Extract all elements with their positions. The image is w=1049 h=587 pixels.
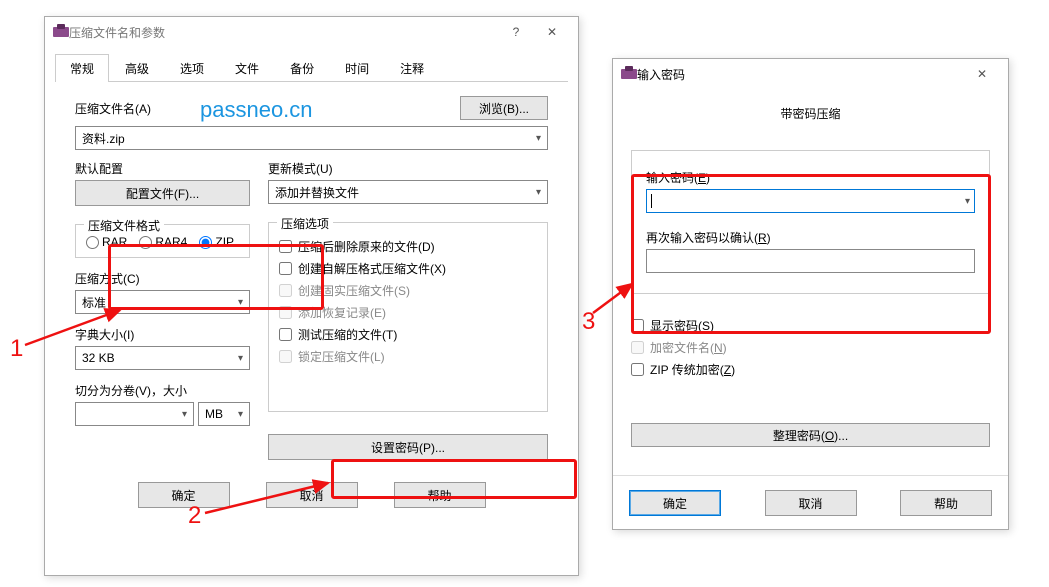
show-password-checkbox[interactable]: 显示密码(S) <box>631 317 990 334</box>
close-icon[interactable]: ✕ <box>534 19 570 45</box>
text-caret <box>651 194 652 208</box>
cancel-button[interactable]: 取消 <box>765 490 857 516</box>
cancel-button[interactable]: 取消 <box>266 482 358 508</box>
archive-name-label: 压缩文件名(A) <box>75 100 450 117</box>
tab-strip: 常规 高级 选项 文件 备份 时间 注释 <box>55 53 568 82</box>
format-rar4-radio[interactable]: RAR4 <box>139 235 187 249</box>
dialog-title: 压缩文件名和参数 <box>69 24 498 41</box>
encrypt-names-checkbox: 加密文件名(N) <box>631 339 990 356</box>
archive-params-dialog: 压缩文件名和参数 ? ✕ 常规 高级 选项 文件 备份 时间 注释 压缩文件名(… <box>44 16 579 576</box>
zip-legacy-checkbox[interactable]: ZIP 传统加密(Z) <box>631 361 990 378</box>
tab-backup[interactable]: 备份 <box>275 54 329 82</box>
winrar-icon <box>53 24 69 40</box>
chevron-down-icon[interactable]: ▾ <box>965 196 970 207</box>
options-group: 压缩选项 压缩后删除原来的文件(D) 创建自解压格式压缩文件(X) 创建固实压缩… <box>268 222 548 412</box>
dialog-buttons: 确定 取消 帮助 <box>45 470 578 522</box>
chevron-down-icon: ▾ <box>536 187 541 198</box>
split-label: 切分为分卷(V)，大小 <box>75 382 250 399</box>
tab-options[interactable]: 选项 <box>165 54 219 82</box>
close-icon[interactable]: ✕ <box>964 61 1000 87</box>
chevron-down-icon: ▾ <box>238 409 243 420</box>
organize-passwords-button[interactable]: 整理密码(O)... <box>631 423 990 447</box>
dialog-body: 压缩文件名(A) 浏览(B)... 资料.zip ▾ 默认配置 配置文件(F).… <box>45 82 578 470</box>
dialog-buttons: 确定 取消 帮助 <box>613 475 1008 530</box>
default-profile-label: 默认配置 <box>75 160 250 177</box>
enter-password-label: 输入密码(E) <box>646 169 975 186</box>
format-group: 压缩文件格式 RAR RAR4 ZIP <box>75 224 250 258</box>
opt-solid: 创建固实压缩文件(S) <box>279 282 537 299</box>
chevron-down-icon: ▾ <box>536 133 541 144</box>
tab-time[interactable]: 时间 <box>330 54 384 82</box>
password-input[interactable]: ▾ <box>646 189 975 213</box>
split-unit-combo[interactable]: MB ▾ <box>198 402 250 426</box>
titlebar: 输入密码 ✕ <box>613 59 1008 89</box>
archive-name-input[interactable]: 资料.zip ▾ <box>75 126 548 150</box>
reenter-password-label: 再次输入密码以确认(R) <box>646 229 975 246</box>
format-rar-radio[interactable]: RAR <box>86 235 127 249</box>
password-confirm-input[interactable] <box>646 249 975 273</box>
split-size-combo[interactable]: ▾ <box>75 402 194 426</box>
titlebar: 压缩文件名和参数 ? ✕ <box>45 17 578 47</box>
dialog-title: 输入密码 <box>637 66 964 83</box>
help-button[interactable]: 帮助 <box>900 490 992 516</box>
annotation-number-1: 1 <box>10 335 23 363</box>
password-subtitle: 带密码压缩 <box>631 105 990 122</box>
help-icon[interactable]: ? <box>498 19 534 45</box>
dict-combo[interactable]: 32 KB ▾ <box>75 346 250 370</box>
tab-comment[interactable]: 注释 <box>385 54 439 82</box>
method-label: 压缩方式(C) <box>75 270 250 287</box>
tab-advanced[interactable]: 高级 <box>110 54 164 82</box>
opt-sfx[interactable]: 创建自解压格式压缩文件(X) <box>279 260 537 277</box>
set-password-button[interactable]: 设置密码(P)... <box>268 434 548 460</box>
annotation-number-2: 2 <box>188 502 201 530</box>
tab-files[interactable]: 文件 <box>220 54 274 82</box>
ok-button[interactable]: 确定 <box>629 490 721 516</box>
format-zip-radio[interactable]: ZIP <box>199 235 234 249</box>
browse-button[interactable]: 浏览(B)... <box>460 96 548 120</box>
tab-general[interactable]: 常规 <box>55 54 109 82</box>
password-fields-group: 输入密码(E) ▾ 再次输入密码以确认(R) <box>631 150 990 294</box>
opt-lock: 锁定压缩文件(L) <box>279 348 537 365</box>
ok-button[interactable]: 确定 <box>138 482 230 508</box>
help-button[interactable]: 帮助 <box>394 482 486 508</box>
profiles-button[interactable]: 配置文件(F)... <box>75 180 250 206</box>
archive-name-value: 资料.zip <box>82 130 125 147</box>
update-mode-combo[interactable]: 添加并替换文件 ▾ <box>268 180 548 204</box>
opt-test[interactable]: 测试压缩的文件(T) <box>279 326 537 343</box>
opt-delete[interactable]: 压缩后删除原来的文件(D) <box>279 238 537 255</box>
opt-recovery: 添加恢复记录(E) <box>279 304 537 321</box>
chevron-down-icon: ▾ <box>238 297 243 308</box>
chevron-down-icon: ▾ <box>182 409 187 420</box>
winrar-icon <box>621 66 637 82</box>
options-group-label: 压缩选项 <box>277 215 333 232</box>
annotation-number-3: 3 <box>582 308 595 336</box>
chevron-down-icon: ▾ <box>238 353 243 364</box>
dict-label: 字典大小(I) <box>75 326 250 343</box>
update-mode-label: 更新模式(U) <box>268 160 548 177</box>
password-dialog: 输入密码 ✕ 带密码压缩 输入密码(E) ▾ 再次输入密码以确认(R) <box>612 58 1009 530</box>
format-group-label: 压缩文件格式 <box>84 217 164 234</box>
method-combo[interactable]: 标准 ▾ <box>75 290 250 314</box>
